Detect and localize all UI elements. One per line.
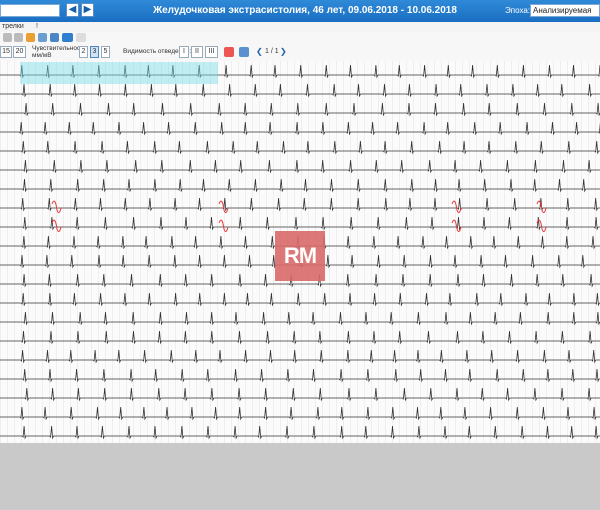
lead-option-iii[interactable]: III [205,46,218,58]
wall-icon[interactable] [76,33,86,42]
speed-option-15[interactable]: 15 [0,46,12,58]
empty-panel [0,443,600,510]
menu-item-arrows[interactable]: трелки [2,23,24,30]
ecg-row-trace [0,159,600,174]
search-input[interactable] [0,4,60,17]
lead-option-i[interactable]: I [179,46,189,58]
strip-sort-icon[interactable] [239,47,249,57]
ecg-row-trace [0,406,600,421]
menu-item-more[interactable]: ! [36,23,38,30]
prev-page-icon[interactable]: ❮ [256,48,263,56]
speed-option-20[interactable]: 20 [13,46,26,58]
ecg-row-trace [0,311,600,326]
back-button[interactable]: ◀ [66,3,79,17]
next-page-icon[interactable]: ❯ [280,48,287,56]
ectopic-beat-marker[interactable] [218,200,229,214]
epoch-select[interactable]: Анализируемая [530,4,600,17]
title-bar: ◀ ▶ Желудочковая экстрасистолия, 46 лет,… [0,0,600,22]
marker-icon[interactable] [26,33,35,42]
ecg-row-trace [0,387,600,402]
screen-icon[interactable] [62,33,73,42]
ecg-row-trace [0,425,600,440]
forward-button[interactable]: ▶ [81,3,94,17]
chevron-left-icon: ◀ [68,4,77,15]
redo-icon[interactable] [14,33,23,42]
ecg-row-trace [0,121,600,136]
icon-toolbar [0,32,600,44]
ecg-row-trace [0,197,600,212]
page-indicator: 1 / 1 [265,48,279,55]
ectopic-beat-marker[interactable] [218,219,229,233]
ectopic-beat-marker[interactable] [51,200,62,214]
lead-option-ii[interactable]: II [191,46,203,58]
ecg-row-trace [0,178,600,193]
ecg-row-trace [0,292,600,307]
ecg-row-trace [0,368,600,383]
view-toolbar: 15 20 Чувствительность, мм/мВ 2 3 5 Види… [0,44,600,62]
ecg-row-trace [0,349,600,364]
watermark-logo: RM [275,231,325,281]
sensitivity-option-3[interactable]: 3 [90,46,99,58]
window-title: Желудочковая экстрасистолия, 46 лет, 09.… [153,5,457,16]
chevron-right-icon: ▶ [83,4,92,15]
ecg-row-trace [0,216,600,231]
ecg-row-trace [0,330,600,345]
ecg-row-trace [0,140,600,155]
ectopic-beat-marker[interactable] [451,219,462,233]
ecg-row-trace [0,83,600,98]
sensitivity-option-5[interactable]: 5 [101,46,110,58]
undo-icon[interactable] [3,33,12,42]
sensitivity-option-2[interactable]: 2 [79,46,88,58]
settings-icon[interactable] [50,33,59,42]
epoch-label: Эпоха: [505,6,531,15]
selection-highlight[interactable] [20,62,218,84]
ecg-row-trace [0,102,600,117]
print-icon[interactable] [38,33,47,42]
strip-filter-icon[interactable] [224,47,234,57]
ectopic-beat-marker[interactable] [51,219,62,233]
